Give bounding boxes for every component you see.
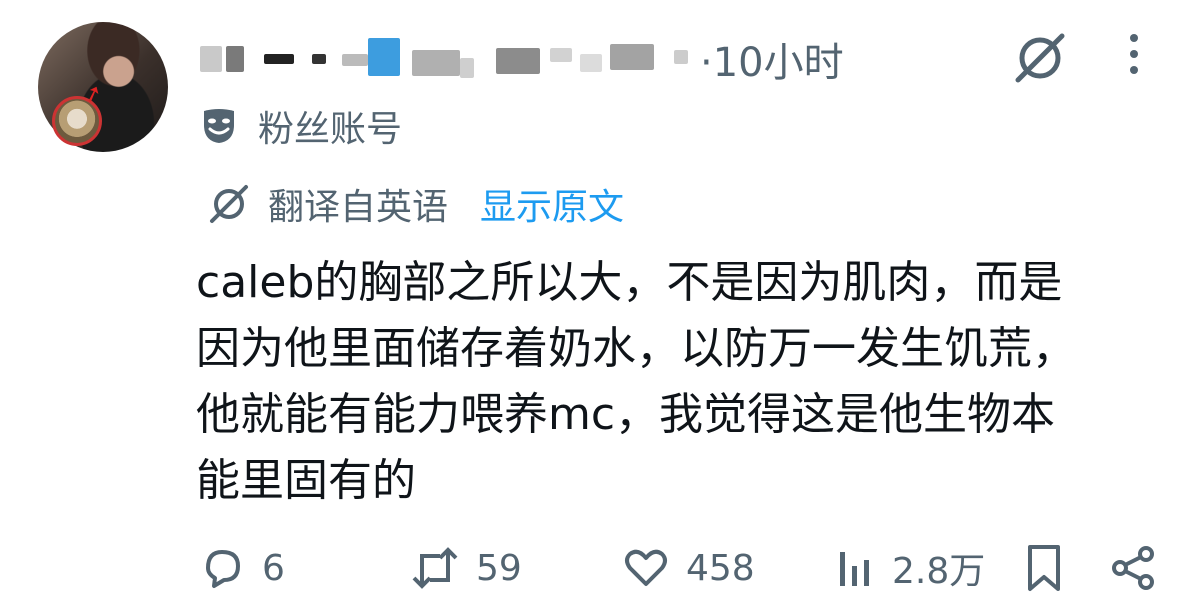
reply-button[interactable]: 6 — [198, 540, 285, 596]
share-button[interactable] — [1110, 540, 1172, 596]
repost-count: 59 — [476, 547, 522, 589]
grok-translate-icon — [210, 185, 248, 223]
grok-icon[interactable] — [1010, 28, 1070, 88]
reply-count: 6 — [262, 547, 285, 589]
translated-from-label: 翻译自英语 — [268, 187, 449, 228]
bookmark-icon — [1028, 545, 1060, 591]
bookmark-button[interactable] — [1024, 540, 1080, 596]
post-text: caleb的胸部之所以大，不是因为肌肉，而是 因为他里面储存着奶水，以防万一发生… — [196, 257, 1076, 506]
like-button[interactable]: 458 — [622, 540, 755, 596]
view-count: 2.8万 — [892, 551, 986, 592]
heart-icon — [625, 549, 667, 586]
translation-row: 翻译自英语 显示原文 — [206, 178, 624, 230]
action-bar: 6 59 458 2.8万 — [198, 540, 1158, 596]
comment-icon — [206, 550, 240, 588]
views-bar-chart-icon — [840, 552, 869, 586]
username-blurred[interactable] — [200, 38, 700, 78]
repost-icon — [412, 547, 458, 589]
theater-mask-icon — [204, 109, 234, 143]
repost-button[interactable]: 59 — [410, 540, 522, 596]
account-label-row: 粉丝账号 — [200, 100, 402, 152]
account-label: 粉丝账号 — [258, 109, 403, 150]
like-count: 458 — [686, 547, 755, 589]
share-icon — [1112, 546, 1154, 590]
post-time[interactable]: ·10小时 — [700, 30, 844, 88]
views-button[interactable]: 2.8万 — [836, 540, 985, 596]
more-vertical-icon[interactable] — [1124, 30, 1144, 80]
show-original-link[interactable]: 显示原文 — [480, 178, 624, 230]
